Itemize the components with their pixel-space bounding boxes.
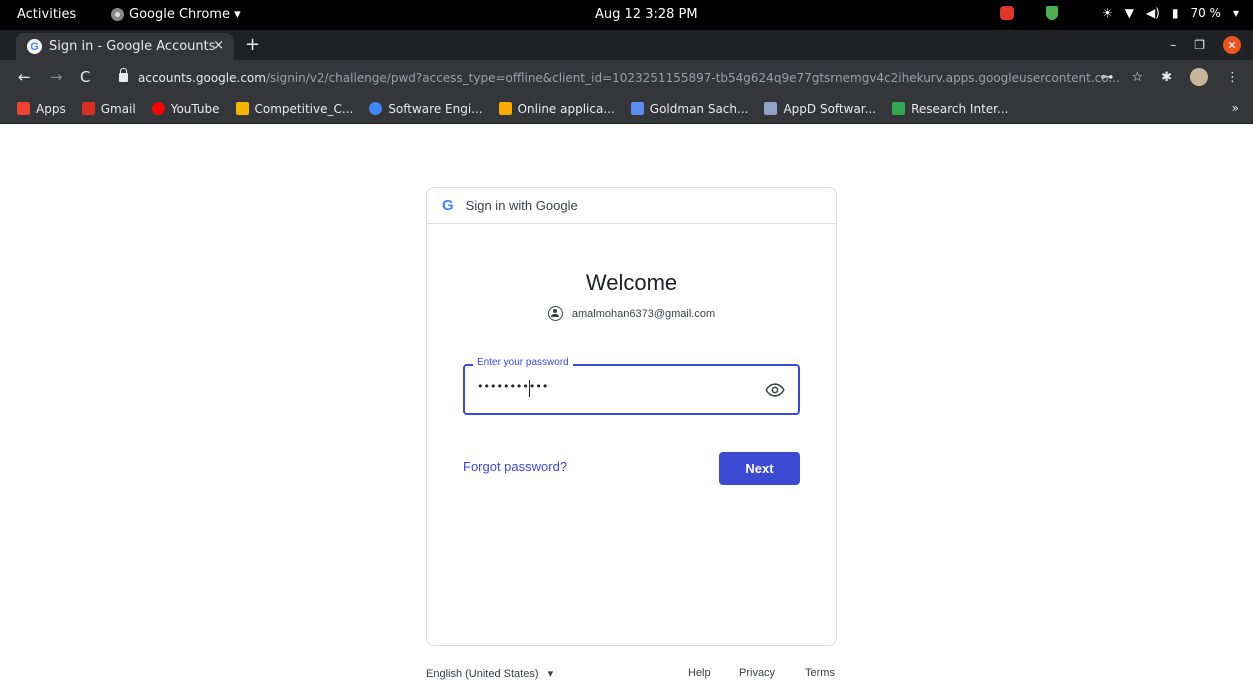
- bookmark-software-engineering[interactable]: Software Engi...: [369, 102, 483, 116]
- browser-toolbar: ← → C accounts.google.com /signin/v2/cha…: [0, 60, 1253, 94]
- google-logo-icon: G: [442, 197, 454, 214]
- profile-avatar[interactable]: [1190, 68, 1208, 86]
- lock-icon[interactable]: [119, 68, 128, 82]
- password-label: Enter your password: [473, 357, 573, 368]
- menu-icon[interactable]: ⋮: [1226, 70, 1239, 85]
- bookmark-competitive[interactable]: Competitive_C...: [235, 102, 353, 116]
- battery-icon: ▮: [1171, 6, 1179, 20]
- help-link[interactable]: Help: [688, 667, 711, 679]
- activities-button[interactable]: Activities: [17, 7, 76, 22]
- chevron-down-icon: ▾: [1232, 6, 1239, 20]
- privacy-link[interactable]: Privacy: [739, 667, 775, 679]
- microsoft-icon: [892, 102, 906, 115]
- app-indicator-icon[interactable]: [999, 6, 1014, 20]
- google-favicon-icon: G: [27, 39, 42, 54]
- star-icon[interactable]: ☆: [1131, 70, 1143, 85]
- close-tab-icon[interactable]: ×: [213, 38, 224, 53]
- chevron-down-icon: ▾: [541, 668, 554, 680]
- maximize-icon[interactable]: ❐: [1194, 38, 1205, 52]
- tab-strip: G Sign in - Google Accounts ×: [0, 30, 1253, 60]
- bookmarks-bar: Apps Gmail YouTube Competitive_C... Soft…: [0, 94, 1253, 124]
- amazon-icon: [498, 102, 512, 115]
- reload-icon[interactable]: C: [80, 68, 90, 86]
- gmail-icon: [81, 102, 95, 115]
- show-password-eye-icon[interactable]: [765, 380, 785, 400]
- toolbar-actions: ⊶ ☆ ✱ ⋮: [1100, 68, 1239, 86]
- back-icon[interactable]: ←: [18, 68, 31, 86]
- system-tray[interactable]: ☀ ▼ ◀) ▮ 70 % ▾: [999, 6, 1239, 20]
- apps-grid-icon: [17, 102, 30, 115]
- bookmarks-overflow-icon[interactable]: »: [1232, 101, 1239, 115]
- address-bar[interactable]: accounts.google.com /signin/v2/challenge…: [110, 64, 1155, 91]
- bookmark-gmail[interactable]: Gmail: [81, 102, 136, 116]
- text-caret: [529, 380, 530, 397]
- next-button[interactable]: Next: [719, 452, 800, 485]
- card-header-title: Sign in with Google: [465, 198, 578, 213]
- key-icon[interactable]: ⊶: [1100, 70, 1113, 85]
- terms-link[interactable]: Terms: [805, 667, 835, 679]
- card-header: G Sign in with Google: [427, 188, 836, 224]
- wifi-icon: ▼: [1124, 6, 1134, 20]
- language-selector[interactable]: English (United States) ▾: [426, 667, 553, 680]
- google-icon: [369, 102, 383, 115]
- bookmark-appd-software[interactable]: AppD Softwar...: [764, 102, 876, 116]
- signin-card: G Sign in with Google Welcome amalmohan6…: [426, 187, 837, 646]
- shield-icon[interactable]: [1045, 6, 1058, 20]
- account-email: amalmohan6373@gmail.com: [571, 307, 716, 320]
- battery-level: 70 %: [1190, 6, 1221, 20]
- goldman-icon: [630, 102, 644, 115]
- clock[interactable]: Aug 12 3:28 PM: [595, 7, 698, 22]
- account-chip[interactable]: amalmohan6373@gmail.com: [427, 306, 836, 321]
- app-menu-label: Google Chrome ▾: [129, 7, 241, 22]
- url-path: /signin/v2/challenge/pwd?access_type=off…: [265, 70, 1120, 85]
- password-field[interactable]: Enter your password •••••••••••: [463, 357, 800, 415]
- app-menu[interactable]: Google Chrome ▾: [111, 7, 241, 22]
- bookmark-online-application[interactable]: Online applica...: [498, 102, 615, 116]
- os-top-bar: Activities Google Chrome ▾ Aug 12 3:28 P…: [0, 0, 1253, 30]
- tab-sign-in[interactable]: G Sign in - Google Accounts ×: [16, 33, 234, 60]
- new-tab-button[interactable]: +: [245, 34, 260, 55]
- competitive-icon: [235, 102, 249, 115]
- bookmark-goldman-sachs[interactable]: Goldman Sach...: [630, 102, 748, 116]
- brightness-icon: ☀: [1101, 6, 1113, 20]
- youtube-icon: [151, 102, 165, 115]
- language-label: English (United States): [426, 668, 539, 680]
- chrome-icon: [111, 8, 124, 21]
- cisco-icon: [764, 102, 778, 115]
- close-window-icon[interactable]: ✕: [1223, 36, 1241, 54]
- url-host: accounts.google.com: [138, 70, 266, 85]
- bookmark-research-internship[interactable]: Research Inter...: [892, 102, 1008, 116]
- volume-icon: ◀): [1145, 6, 1160, 20]
- bookmark-apps[interactable]: Apps: [17, 102, 66, 116]
- minimize-icon[interactable]: –: [1170, 38, 1176, 52]
- tab-title: Sign in - Google Accounts: [49, 39, 216, 54]
- extensions-icon[interactable]: ✱: [1161, 70, 1172, 85]
- password-input[interactable]: •••••••••••: [477, 380, 747, 398]
- window-controls: – ❐ ✕: [1170, 36, 1241, 54]
- account-circle-icon: [547, 306, 563, 321]
- forward-icon[interactable]: →: [50, 68, 63, 86]
- bookmark-youtube[interactable]: YouTube: [151, 102, 220, 116]
- forgot-password-link[interactable]: Forgot password?: [463, 459, 567, 474]
- welcome-heading: Welcome: [585, 270, 678, 295]
